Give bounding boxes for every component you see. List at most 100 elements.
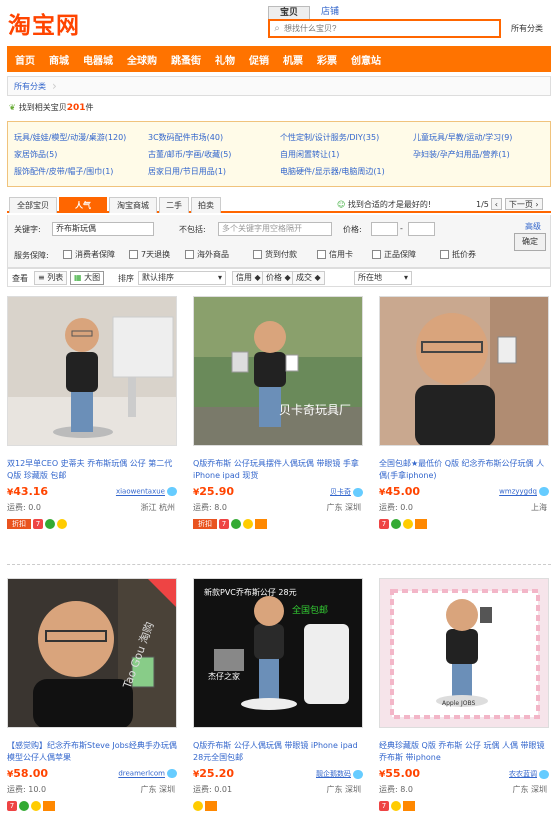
location: 上海 [531,503,547,512]
main-nav: 首页 商城 电器城 全球购 跳蚤街 礼物 促销 机票 彩票 创意站 [7,46,551,72]
next-page-button[interactable]: 下一页 › [504,198,543,210]
service-checkbox[interactable]: 海外商品 [185,249,229,260]
tab-items[interactable]: 宝贝 [268,6,311,19]
wangwang-icon[interactable] [539,487,549,496]
category-link[interactable]: 古董/邮币/字画/收藏(5) [148,149,231,160]
discount-badge[interactable]: 折扣 [193,519,217,529]
seller-name[interactable]: dreamerlcom [118,769,177,778]
tip-text: ☺ 找到合适的才是最好的! [337,199,431,210]
price-label: 价格: [343,225,362,234]
tab-second-hand[interactable]: 二手 [159,197,189,213]
wangwang-icon[interactable] [539,769,549,779]
nav-item[interactable]: 彩票 [317,52,337,67]
product-image[interactable]: Apple JOBS [379,578,549,728]
nav-item[interactable]: 机票 [283,52,303,67]
nav-item[interactable]: 跳蚤街 [171,52,201,67]
product-image[interactable]: Tao Gou 淘购 [7,578,177,728]
medal-icon [391,801,401,811]
tab-auction[interactable]: 拍卖 [191,197,221,213]
category-link[interactable]: 家居饰品(5) [14,149,57,160]
product-title[interactable]: 【感觉购】纪念乔布斯Steve Jobs经典手办玩偶模型公仔人偶苹果 [7,740,177,764]
guarantee-icon [391,519,401,529]
product-title[interactable]: 双12早单CEO 史蒂夫 乔布斯玩偶 公仔 第二代 Q版 珍藏版 包邮 [7,458,177,482]
product-price: ¥25.90 [193,485,235,498]
sort-select[interactable]: 默认排序 ▾ [138,271,226,285]
prev-page-button[interactable]: ‹ [490,198,502,210]
product-price: ¥45.00 [379,485,421,498]
sort-credit-button[interactable]: 信用 ◆ [232,271,265,285]
product-image[interactable] [7,296,177,446]
badges: 折扣 7 [193,519,269,529]
discount-badge[interactable]: 折扣 [7,519,31,529]
seller-name[interactable]: 农农蓝调 [509,769,549,779]
product-title[interactable]: Q版乔布斯 公仔玩具摆件人偶玩偶 带眼镜 手拿iPhone ipad 现货 [193,458,363,482]
tab-shops[interactable]: 店铺 [310,6,350,19]
category-link[interactable]: 居家日用/节日用品(1) [148,166,226,177]
category-link[interactable]: 玩具/娃娃/模型/动漫/桌游(120) [14,132,126,143]
category-select[interactable]: 所有分类 [503,19,551,38]
nav-item[interactable]: 创意站 [351,52,381,67]
seller-name[interactable]: xiaowentaxue [116,487,177,496]
nav-item[interactable]: 商城 [49,52,69,67]
search-icon: ⌕ [274,23,280,34]
location: 广东 深圳 [140,785,175,794]
breadcrumb: 所有分类 › [7,76,551,96]
product-title[interactable]: 经典珍藏版 Q版 乔布斯 公仔 玩偶 人偶 带眼镜 乔布斯 带iphone [379,740,549,764]
freight: 运费: 8.0 [379,785,413,794]
service-checkbox[interactable]: 货到付款 [253,249,297,260]
advanced-link[interactable]: 高级 [525,221,541,232]
taobao-logo[interactable]: 淘宝网 [8,6,80,40]
grid-view-button[interactable]: ▦ 大图 [70,271,105,285]
product-title[interactable]: 全国包邮★最低价 Q版 纪念乔布斯公仔玩偶 人偶(手拿iphone) [379,458,549,482]
nav-item[interactable]: 礼物 [215,52,235,67]
seven-day-icon: 7 [33,519,43,529]
credit-card-icon [43,801,55,811]
seller-name[interactable]: 靓企鹅数码 [316,769,363,779]
wangwang-icon[interactable] [353,487,363,497]
product-image[interactable] [379,296,549,446]
category-link[interactable]: 孕妇装/孕产妇用品/营养(1) [413,149,510,160]
sort-sales-button[interactable]: 成交 ◆ [292,271,325,285]
service-checkbox[interactable]: 正品保障 [372,249,416,260]
category-link[interactable]: 儿童玩具/早教/运动/学习(9) [413,132,512,143]
product-image[interactable]: 贝卡奇玩具厂 [193,296,363,446]
search-input[interactable] [284,24,484,33]
nav-item[interactable]: 首页 [15,52,35,67]
seller-name[interactable]: 贝卡奇 [330,487,363,497]
category-link[interactable]: 3C数码配件市场(40) [148,132,223,143]
product-title[interactable]: Q版乔布斯 公仔人偶玩偶 带眼镜 iPhone ipad 28元全国包邮 [193,740,363,764]
service-checkbox[interactable]: 7天退换 [129,249,170,260]
nav-item[interactable]: 电器城 [83,52,113,67]
location-select[interactable]: 所在地 ▾ [354,271,412,285]
price-max-input[interactable] [408,222,435,236]
wangwang-icon[interactable] [353,769,363,779]
seven-day-icon: 7 [7,801,17,811]
product-price: ¥43.16 [7,485,49,498]
wangwang-icon[interactable] [167,769,177,778]
price-min-input[interactable] [371,222,398,236]
nav-item[interactable]: 全球购 [127,52,157,67]
service-checkbox[interactable]: 抵价券 [440,249,476,260]
breadcrumb-all-categories[interactable]: 所有分类 [14,81,46,92]
seller-name[interactable]: wmzyygdq [499,487,549,496]
leaf-icon: ❦ [9,103,16,112]
product-image[interactable]: 新款PVC乔布斯公仔 28元 全国包邮 杰仔之家 [193,578,363,728]
service-checkbox[interactable]: 消费者保障 [63,249,115,260]
exclude-input[interactable]: 多个关键字用空格隔开 [218,222,332,236]
category-link[interactable]: 服饰配件/皮带/帽子/围巾(1) [14,166,113,177]
keyword-input[interactable]: 乔布斯玩偶 [52,222,154,236]
category-link[interactable]: 个性定制/设计服务/DIY(35) [280,132,379,143]
tab-all-items[interactable]: 全部宝贝 [9,197,57,213]
category-link[interactable]: 电脑硬件/显示器/电脑周边(1) [280,166,385,177]
sort-price-button[interactable]: 价格 ◆ [262,271,295,285]
list-view-button[interactable]: ≡ 列表 [34,271,68,285]
result-suffix: 件 [85,103,94,112]
tab-popularity[interactable]: 人气 [59,197,107,213]
nav-item[interactable]: 促销 [249,52,269,67]
service-checkbox[interactable]: 信用卡 [317,249,353,260]
category-link[interactable]: 自用闲置转让(1) [280,149,339,160]
sort-label: 排序 [118,274,134,283]
confirm-button[interactable]: 确定 [514,233,546,251]
wangwang-icon[interactable] [167,487,177,496]
tab-tmall[interactable]: 淘宝商城 [109,197,157,213]
